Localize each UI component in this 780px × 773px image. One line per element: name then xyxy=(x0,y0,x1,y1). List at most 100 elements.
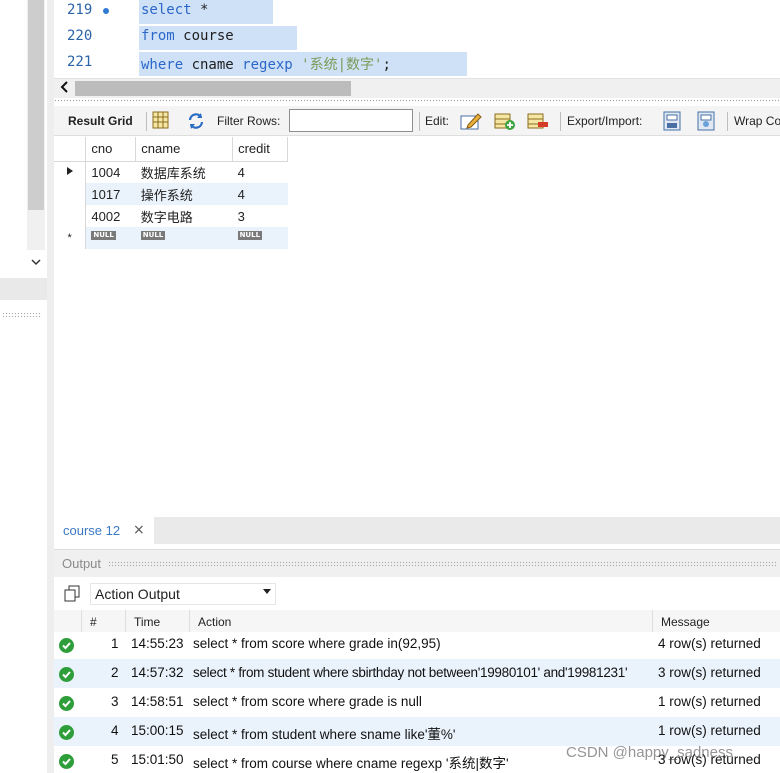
panel-splitter-grip[interactable] xyxy=(54,99,780,103)
code-line-221[interactable]: 221 where cname regexp '系统|数字'; xyxy=(54,52,780,78)
output-title: Output xyxy=(62,556,102,571)
row-action: select * from score where grade in(92,95… xyxy=(193,636,441,651)
add-row-icon[interactable] xyxy=(494,111,515,131)
table-row[interactable]: 4 15:00:15 select * from student where s… xyxy=(54,717,780,746)
row-time: 14:55:23 xyxy=(131,636,184,651)
grid-layout-icon[interactable] xyxy=(152,111,172,131)
column-header-time[interactable]: Time xyxy=(126,610,190,632)
keyword-token: where xyxy=(141,57,192,73)
delete-row-icon[interactable] xyxy=(527,111,548,131)
column-header-status xyxy=(54,610,82,632)
row-number: 3 xyxy=(111,694,119,709)
code-text: from course xyxy=(141,28,234,44)
row-message: 3 row(s) returned xyxy=(658,665,761,680)
column-header-number[interactable]: # xyxy=(82,610,126,632)
column-header-credit[interactable]: credit xyxy=(232,137,288,162)
table-row[interactable]: 1 14:55:23 select * from score where gra… xyxy=(54,630,780,659)
import-icon[interactable] xyxy=(695,111,715,131)
result-tab-bar: course 12 × xyxy=(54,517,780,544)
sql-editor[interactable]: 219 select * 220 from course 221 where c… xyxy=(54,0,780,78)
cell-credit[interactable]: 4 xyxy=(232,183,288,205)
line-number: 221 xyxy=(67,54,93,70)
code-token: ; xyxy=(382,57,391,73)
code-line-219[interactable]: 219 select * xyxy=(54,0,780,26)
column-header-message[interactable]: Message xyxy=(653,610,780,632)
null-badge: NULL xyxy=(140,230,166,240)
toolbar-divider xyxy=(727,112,728,131)
edit-row-icon[interactable] xyxy=(460,111,482,131)
row-time: 14:58:51 xyxy=(131,694,184,709)
row-header-corner xyxy=(54,137,87,162)
cell-cname[interactable]: 操作系统 xyxy=(135,183,233,205)
tab-course-12[interactable]: course 12 × xyxy=(54,517,154,544)
column-header-cno[interactable]: cno xyxy=(85,137,137,162)
table-row[interactable]: 1004 数据库系统 4 xyxy=(54,161,288,183)
row-action: select * from student where sname like'董… xyxy=(193,727,456,742)
cell-credit[interactable]: 4 xyxy=(233,161,288,183)
column-header-cname[interactable]: cname xyxy=(135,137,234,162)
cell-cno[interactable]: 1017 xyxy=(85,183,136,205)
success-check-icon xyxy=(59,667,74,682)
output-type-select[interactable]: Action Output xyxy=(90,583,276,605)
left-panel-band xyxy=(0,278,47,300)
close-icon[interactable]: × xyxy=(133,522,145,538)
wrap-cell-content-button[interactable]: Wrap Co xyxy=(734,114,780,128)
row-number: 5 xyxy=(111,752,119,767)
row-number: 1 xyxy=(111,636,119,651)
success-check-icon xyxy=(59,754,74,769)
new-row[interactable]: * NULL NULL NULL xyxy=(54,227,288,249)
cell-credit[interactable]: 3 xyxy=(233,205,288,227)
success-check-icon xyxy=(59,696,74,711)
export-import-label: Export/Import: xyxy=(567,114,643,128)
table-row[interactable]: 2 14:57:32 select * from student where s… xyxy=(54,659,780,688)
dropdown-arrow-icon[interactable] xyxy=(263,587,271,597)
chevron-down-icon[interactable] xyxy=(30,256,42,270)
left-panel-splitter-grip[interactable] xyxy=(2,312,42,318)
cell-cno[interactable]: 1004 xyxy=(86,161,136,183)
result-grid-button[interactable]: Result Grid xyxy=(68,114,133,128)
row-message: 1 row(s) returned xyxy=(658,723,761,738)
editor-horizontal-scrollbar[interactable] xyxy=(54,78,780,98)
cell-cno[interactable]: NULL xyxy=(85,227,136,249)
code-text: where cname regexp '系统|数字'; xyxy=(141,54,391,74)
watermark: CSDN @happy_sadness xyxy=(566,744,733,761)
statement-marker-icon xyxy=(103,8,109,14)
export-icon[interactable] xyxy=(661,111,681,131)
row-header[interactable] xyxy=(54,183,87,205)
row-time: 15:00:15 xyxy=(131,723,184,738)
code-token: cname xyxy=(191,57,243,73)
code-token: course xyxy=(183,28,234,44)
row-number: 2 xyxy=(111,665,119,680)
table-row[interactable]: 3 14:58:51 select * from score where gra… xyxy=(54,688,780,717)
row-action: select * from course where cname regexp … xyxy=(193,756,509,771)
toolbar-divider xyxy=(419,112,420,131)
vertical-splitter[interactable] xyxy=(47,0,54,773)
row-message: 1 row(s) returned xyxy=(658,694,761,709)
filter-rows-input[interactable] xyxy=(289,109,413,132)
copy-icon[interactable] xyxy=(64,585,80,602)
code-line-220[interactable]: 220 from course xyxy=(54,26,780,52)
output-panel-grip[interactable] xyxy=(108,561,776,567)
current-row-arrow-icon[interactable] xyxy=(54,161,87,183)
result-grid[interactable]: cno cname credit 1004 数据库系统 4 1017 操作系统 … xyxy=(54,137,288,249)
table-row[interactable]: 4002 数字电路 3 xyxy=(54,205,288,227)
new-row-asterisk-icon[interactable]: * xyxy=(54,227,87,249)
refresh-icon[interactable] xyxy=(186,111,206,131)
line-number: 219 xyxy=(67,2,93,18)
row-header[interactable] xyxy=(54,205,87,227)
cell-cname[interactable]: 数字电路 xyxy=(136,205,233,227)
scrollbar-thumb[interactable] xyxy=(75,81,351,96)
result-toolbar: Result Grid Filter Rows: Edit: Export/Im… xyxy=(54,106,780,136)
cell-credit[interactable]: NULL xyxy=(232,227,288,249)
cell-cname[interactable]: 数据库系统 xyxy=(136,161,233,183)
left-scrollbar-thumb[interactable] xyxy=(28,0,44,210)
column-header-action[interactable]: Action xyxy=(190,610,653,632)
output-panel-header: Output xyxy=(54,549,780,577)
cell-cno[interactable]: 4002 xyxy=(86,205,136,227)
null-badge: NULL xyxy=(91,230,116,240)
keyword-token: from xyxy=(141,28,184,44)
cell-cname[interactable]: NULL xyxy=(135,227,233,249)
table-row[interactable]: 1017 操作系统 4 xyxy=(54,183,288,205)
scroll-left-icon[interactable] xyxy=(60,80,70,98)
toolbar-divider xyxy=(146,112,147,131)
